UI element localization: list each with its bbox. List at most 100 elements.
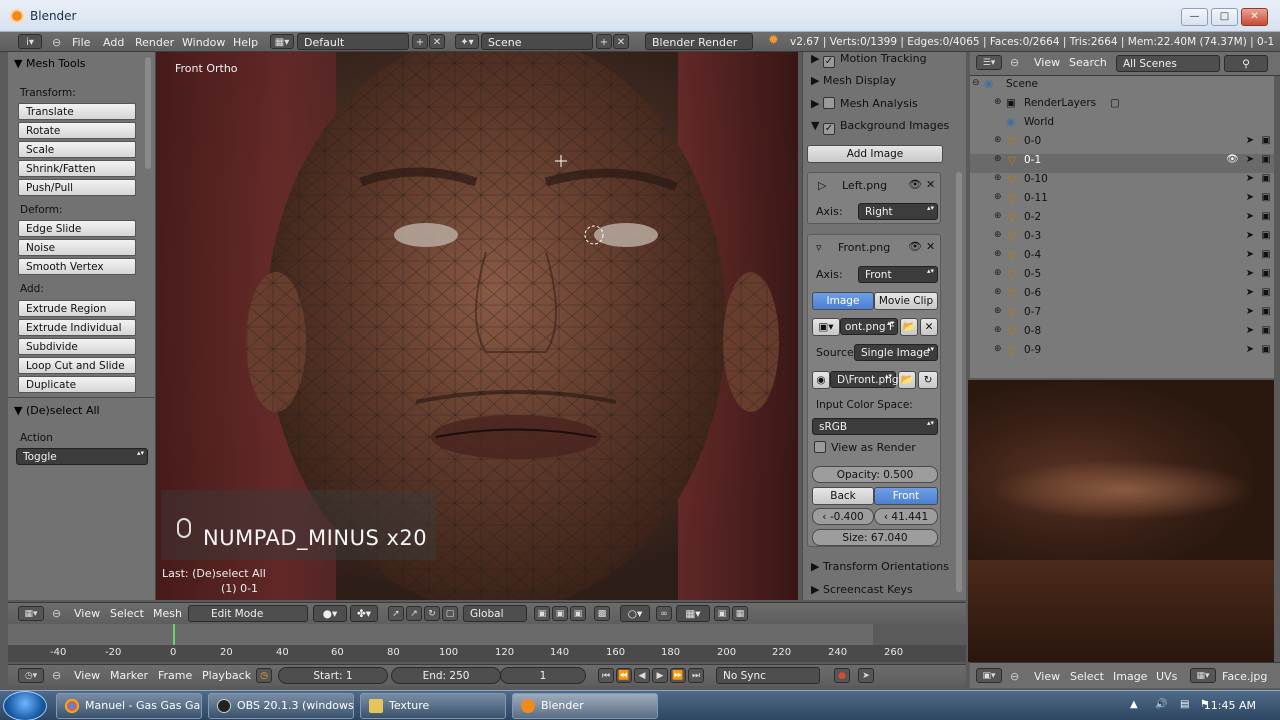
timeline-marker-menu[interactable]: Marker — [110, 669, 148, 682]
action-dropdown[interactable]: Toggle — [16, 448, 148, 465]
front-image-collapse[interactable]: ▿ — [816, 241, 822, 254]
mesh-display-panel[interactable]: ▶ Mesh Display — [811, 74, 896, 87]
viewport-mesh-menu[interactable]: Mesh — [153, 607, 182, 620]
browse-file-icon[interactable]: 📂 — [898, 371, 916, 389]
display-mode-dropdown[interactable]: All Scenes — [1116, 55, 1220, 72]
outliner-row-scene[interactable]: ⊖ ◉ Scene — [970, 78, 1274, 97]
background-images-checkbox[interactable]: ✓ — [822, 123, 835, 135]
selectable-icon[interactable]: ➤ — [1244, 230, 1256, 241]
layer-icon[interactable]: ▣ — [534, 606, 550, 621]
outliner-row-renderlayers[interactable]: ⊕ ▣ RenderLayers ▢ — [970, 97, 1274, 116]
current-frame-field[interactable]: 1 — [500, 667, 586, 684]
render-engine-dropdown[interactable]: Blender Render — [645, 33, 753, 50]
jump-keyframe-forward-icon[interactable]: ⏩ — [670, 668, 686, 683]
renderable-icon[interactable]: ▣ — [1260, 249, 1272, 260]
y-offset-field[interactable]: ‹ 41.441 — [874, 508, 938, 525]
filepath-field[interactable]: D\Front.png — [830, 371, 899, 388]
outliner-row-object[interactable]: ⊕ ▽ 0-9 ➤ ▣ — [970, 344, 1274, 363]
translate-manipulator-icon[interactable]: ↗ — [406, 606, 422, 621]
renderable-icon[interactable]: ▣ — [1260, 306, 1272, 317]
selectable-icon[interactable]: ➤ — [1244, 192, 1256, 203]
image-browse-icon[interactable]: ▣▾ — [812, 318, 840, 336]
operator-panel-header[interactable]: ▼ (De)select All — [14, 404, 100, 417]
rotate-button[interactable]: Rotate — [18, 122, 136, 139]
pivot-point-dropdown[interactable]: ✤▾ — [350, 605, 378, 622]
remove-image-icon[interactable]: ✕ — [926, 178, 935, 191]
tray-expand-icon[interactable]: ▲ — [1130, 699, 1138, 710]
smooth-vertex-button[interactable]: Smooth Vertex — [18, 258, 136, 275]
minimize-button[interactable]: — — [1181, 8, 1208, 26]
open-image-icon[interactable]: 📂 — [900, 318, 918, 336]
extrude-individual-button[interactable]: Extrude Individual — [18, 319, 136, 336]
transform-orientations-panel[interactable]: ▶ Transform Orientations — [811, 560, 949, 573]
background-images-panel[interactable]: ▼ ✓ Background Images — [811, 119, 949, 135]
snap-icon[interactable]: ∞ — [656, 606, 672, 621]
selectable-icon[interactable]: ➤ — [1244, 249, 1256, 260]
end-frame-field[interactable]: End: 250 — [391, 667, 501, 684]
mesh-tools-panel-header[interactable]: ▼ Mesh Tools — [14, 57, 86, 70]
play-icon[interactable]: ▶ — [652, 668, 668, 683]
image-browse-icon[interactable]: ▦▾ — [1190, 668, 1216, 683]
eye-icon[interactable]: 👁 — [908, 178, 922, 191]
motion-tracking-checkbox[interactable]: ✓ — [822, 56, 835, 68]
outliner-row-world[interactable]: ◉ World — [970, 116, 1274, 135]
left-axis-dropdown[interactable]: Right — [858, 203, 938, 220]
image-view-menu[interactable]: View — [1034, 670, 1060, 683]
outliner-row-object[interactable]: ⊕ ▽ 0-7 ➤ ▣ — [970, 306, 1274, 325]
start-button[interactable] — [3, 691, 47, 720]
taskbar-clock[interactable]: 11:45 AM — [1204, 699, 1256, 712]
motion-tracking-panel[interactable]: ▶ ✓ Motion Tracking — [811, 52, 927, 68]
collapse-menu-icon[interactable]: ⊖ — [1010, 56, 1019, 69]
timeline-playback-menu[interactable]: Playback — [202, 669, 251, 682]
scale-button[interactable]: Scale — [18, 141, 136, 158]
speaker-icon[interactable]: 🔊 — [1155, 699, 1167, 710]
viewport-shading-dropdown[interactable]: ●▾ — [313, 605, 347, 622]
source-dropdown[interactable]: Single Image — [854, 344, 938, 361]
scene-field[interactable]: Scene — [481, 33, 593, 50]
image-editor-type-icon[interactable]: ▣▾ — [976, 668, 1002, 683]
renderable-icon[interactable]: ▣ — [1260, 173, 1272, 184]
add-layout-icon[interactable]: + — [412, 34, 428, 49]
visibility-eye-icon[interactable]: 👁 — [1226, 154, 1239, 165]
image-uvs-menu[interactable]: UVs — [1156, 670, 1177, 683]
reload-image-icon[interactable]: ↻ — [918, 371, 938, 389]
screen-layout-icon[interactable]: ▦▾ — [270, 34, 294, 49]
renderable-icon[interactable]: ▣ — [1260, 135, 1272, 146]
add-image-button[interactable]: Add Image — [807, 145, 943, 163]
left-image-expand[interactable]: ▷ — [818, 179, 826, 192]
front-axis-dropdown[interactable]: Front — [858, 266, 938, 283]
outliner-row-object[interactable]: ⊕ ▽ 0-5 ➤ ▣ — [970, 268, 1274, 287]
outliner-view-menu[interactable]: View — [1034, 56, 1060, 69]
selectable-icon[interactable]: ➤ — [1244, 211, 1256, 222]
timeline-view-menu[interactable]: View — [74, 669, 100, 682]
renderable-icon[interactable]: ▣ — [1260, 287, 1272, 298]
unlink-image-icon[interactable]: ✕ — [920, 318, 938, 336]
taskbar-texture-folder[interactable]: Texture — [360, 693, 506, 719]
menu-window[interactable]: Window — [182, 35, 225, 50]
extrude-region-button[interactable]: Extrude Region — [18, 300, 136, 317]
selectable-icon[interactable]: ➤ — [1244, 173, 1256, 184]
image-datablock-field[interactable]: ont.png F — [840, 318, 898, 335]
remove-image-icon[interactable]: ✕ — [926, 240, 935, 253]
start-frame-field[interactable]: Start: 1 — [278, 667, 388, 684]
size-field[interactable]: Size: 67.040 — [812, 529, 938, 546]
outliner-row-object[interactable]: ⊕ ▽ 0-11 ➤ ▣ — [970, 192, 1274, 211]
renderable-icon[interactable]: ▣ — [1260, 211, 1272, 222]
duplicate-button[interactable]: Duplicate — [18, 376, 136, 393]
back-toggle[interactable]: Back — [812, 487, 874, 505]
taskbar-chrome[interactable]: Manuel - Gas Gas Ga... — [56, 693, 202, 719]
limit-selection-icon[interactable]: ▩ — [594, 606, 610, 621]
renderable-icon[interactable]: ▣ — [1260, 230, 1272, 241]
layer-icon[interactable]: ▣ — [570, 606, 586, 621]
timeline[interactable]: -40 -20 0 20 40 60 80 100 120 140 160 18… — [8, 624, 966, 662]
record-icon[interactable]: ● — [834, 668, 850, 683]
manipulator-toggle-icon[interactable]: ➚ — [388, 606, 404, 621]
front-toggle[interactable]: Front — [874, 487, 938, 505]
screencast-keys-panel[interactable]: ▶ Screencast Keys — [811, 583, 913, 596]
menu-add[interactable]: Add — [103, 35, 124, 50]
push-pull-button[interactable]: Push/Pull — [18, 179, 136, 196]
jump-keyframe-back-icon[interactable]: ⏪ — [616, 668, 632, 683]
image-name-field[interactable]: Face.jpg — [1222, 670, 1267, 683]
remove-scene-icon[interactable]: ✕ — [613, 34, 629, 49]
scene-icon[interactable]: ✦▾ — [455, 34, 479, 49]
